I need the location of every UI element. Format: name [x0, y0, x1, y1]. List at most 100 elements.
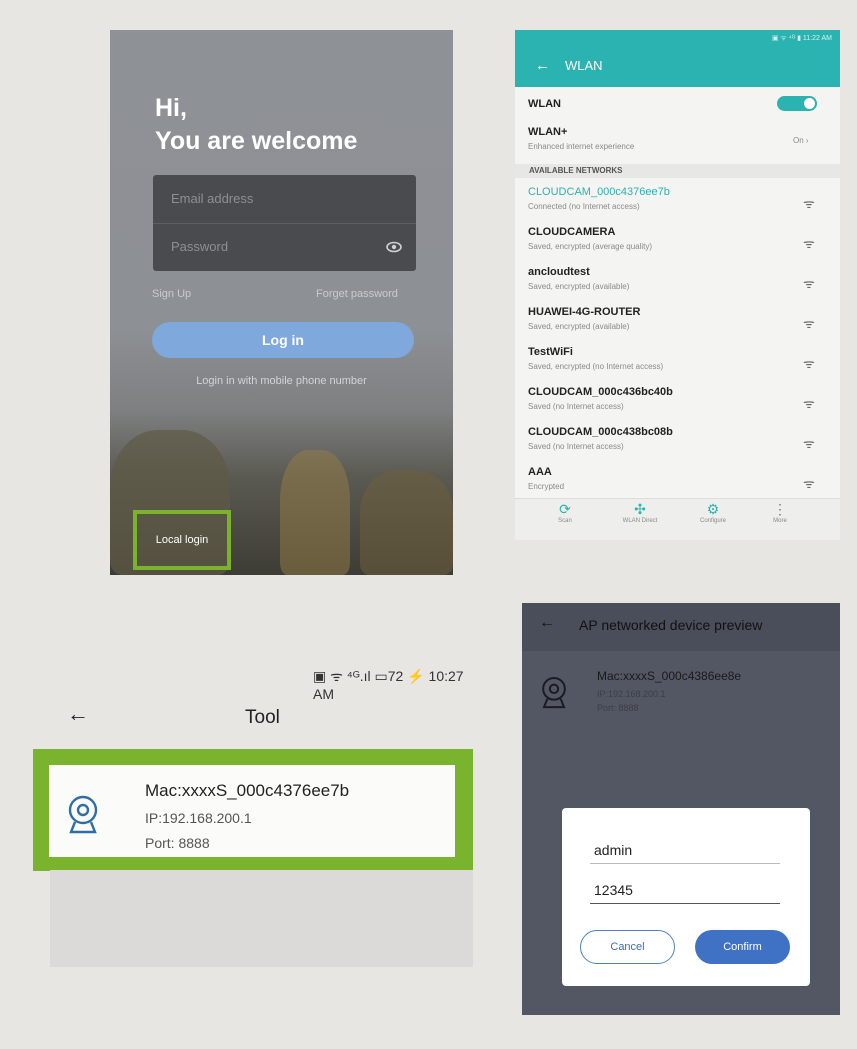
more-label: More [773, 518, 787, 524]
password-field[interactable]: 12345 [594, 882, 633, 898]
greeting-line-2: You are welcome [155, 127, 358, 155]
network-status: Saved (no Internet access) [528, 442, 624, 451]
password-field[interactable]: Password [171, 239, 228, 254]
greeting-line-1: Hi, [155, 94, 187, 122]
local-login-label: Local login [155, 534, 209, 546]
wlan-toggle-label: WLAN [528, 98, 561, 110]
wlan-settings-screen: ▣ ᯤ ⁴ᴳ ▮ 11:22 AM ← WLAN WLAN WLAN+ Enha… [515, 30, 840, 540]
login-form: Email address Password [153, 175, 416, 271]
device-card[interactable] [49, 765, 455, 857]
network-ssid: CLOUDCAM_000c4376ee7b [528, 186, 670, 198]
username-field[interactable]: admin [594, 842, 632, 858]
greeting: Hi, You are welcome [155, 92, 357, 158]
back-arrow-icon[interactable]: ← [535, 57, 550, 74]
background-scenery [360, 470, 453, 575]
password-underline [590, 903, 780, 904]
wlan-app-bar: ▣ ᯤ ⁴ᴳ ▮ 11:22 AM ← WLAN [515, 30, 840, 87]
ap-preview-screen: ← AP networked device preview Mac:xxxxS_… [522, 603, 840, 1015]
wifi-signal-icon: ᯤ [803, 196, 815, 211]
scan-label: Scan [558, 518, 572, 524]
sign-up-link[interactable]: Sign Up [152, 288, 191, 300]
wlan-toggle[interactable] [777, 96, 817, 111]
wifi-lock-icon: ᯤ [803, 476, 815, 491]
username-underline [590, 863, 780, 864]
login-button[interactable]: Log in [152, 322, 414, 358]
configure-button[interactable]: ⚙ Configure [683, 501, 743, 524]
wlan-plus-row[interactable]: WLAN+ Enhanced internet experience On › [515, 122, 840, 162]
wlan-direct-label: WLAN Direct [622, 518, 658, 524]
network-ssid: CLOUDCAM_000c436bc40b [528, 386, 673, 398]
wifi-signal-icon: ᯤ [803, 436, 815, 451]
camera-icon [542, 677, 566, 709]
status-bar: ▣ ᯤ ⁴ᴳ.ıl ▭72 ⚡ 10:27 AM [313, 668, 464, 702]
wifi-signal-icon: ᯤ [803, 356, 815, 371]
device-port: Port: 8888 [597, 703, 639, 713]
tool-screen: ▣ ᯤ ⁴ᴳ.ıl ▭72 ⚡ 10:27 AM ← Tool Mac:xxxx… [33, 655, 475, 970]
back-arrow-icon[interactable]: ← [67, 701, 89, 727]
network-status: Saved, encrypted (available) [528, 282, 630, 291]
network-row[interactable]: HUAWEI-4G-ROUTER Saved, encrypted (avail… [515, 302, 840, 342]
email-field[interactable]: Email address [171, 191, 253, 206]
device-ip: IP:192.168.200.1 [145, 810, 252, 826]
more-button[interactable]: ⋮ More [750, 501, 810, 524]
network-row[interactable]: AAA Encrypted ᯤ [515, 462, 840, 502]
background-scenery [280, 450, 350, 575]
scan-button[interactable]: ⟳ Scan [535, 501, 595, 524]
cancel-button[interactable]: Cancel [580, 930, 675, 964]
status-bar: ▣ ᯤ ⁴ᴳ ▮ 11:22 AM [771, 35, 832, 42]
scan-icon: ⟳ [559, 501, 571, 517]
network-row[interactable]: CLOUDCAM_000c438bc08b Saved (no Internet… [515, 422, 840, 462]
configure-icon: ⚙ [706, 501, 720, 517]
wlan-direct-button[interactable]: ✣ WLAN Direct [610, 501, 670, 524]
network-ssid: HUAWEI-4G-ROUTER [528, 306, 641, 318]
wlan-plus-value: On › [793, 136, 809, 145]
empty-list-area [50, 870, 473, 967]
available-networks-header: AVAILABLE NETWORKS [515, 164, 840, 178]
network-status: Saved, encrypted (average quality) [528, 242, 653, 251]
login-screen: Hi, You are welcome Email address Passwo… [110, 30, 453, 575]
wifi-lock-icon: ᯤ [803, 316, 815, 331]
wlan-plus-subtitle: Enhanced internet experience [528, 142, 635, 151]
wifi-lock-icon: ᯤ [803, 236, 815, 251]
confirm-button[interactable]: Confirm [695, 930, 790, 964]
configure-label: Configure [699, 518, 726, 524]
device-mac: Mac:xxxxS_000c4376ee7b [145, 781, 350, 800]
phone-login-link[interactable]: Login in with mobile phone number [110, 375, 453, 387]
network-ssid: AAA [528, 466, 552, 478]
wlan-bottom-bar: ⟳ Scan ✣ WLAN Direct ⚙ Configure ⋮ More [515, 498, 840, 540]
network-ssid: TestWiFi [528, 346, 573, 358]
network-row[interactable]: TestWiFi Saved, encrypted (no Internet a… [515, 342, 840, 382]
device-ip: IP:192.168.200.1 [597, 689, 666, 699]
device-port: Port: 8888 [145, 835, 210, 851]
network-ssid: ancloudtest [528, 266, 590, 278]
wifi-lock-icon: ᯤ [803, 276, 815, 291]
form-divider [153, 223, 416, 224]
network-ssid: CLOUDCAMERA [528, 226, 616, 238]
network-row[interactable]: CLOUDCAMERA Saved, encrypted (average qu… [515, 222, 840, 262]
network-ssid: CLOUDCAM_000c438bc08b [528, 426, 673, 438]
eye-icon[interactable] [386, 241, 402, 253]
page-title: WLAN [565, 58, 603, 73]
toggle-knob [804, 98, 815, 109]
wifi-signal-icon: ᯤ [803, 396, 815, 411]
local-login-button[interactable]: Local login [133, 510, 231, 570]
login-dialog: admin 12345 Cancel Confirm [562, 808, 810, 986]
page-title: AP networked device preview [579, 617, 763, 633]
page-title: Tool [245, 707, 280, 728]
network-row[interactable]: CLOUDCAM_000c436bc40b Saved (no Internet… [515, 382, 840, 422]
network-status: Encrypted [528, 482, 565, 491]
wlan-plus-title: WLAN+ [528, 126, 568, 138]
network-row[interactable]: CLOUDCAM_000c4376ee7b Connected (no Inte… [515, 182, 840, 222]
more-icon: ⋮ [773, 501, 787, 517]
camera-icon [68, 795, 98, 834]
network-status: Saved, encrypted (no Internet access) [528, 362, 664, 371]
ap-app-bar: ← AP networked device preview [522, 603, 840, 651]
device-mac: Mac:xxxxS_000c4386ee8e [597, 669, 742, 683]
back-arrow-icon[interactable]: ← [539, 614, 555, 632]
network-status: Saved, encrypted (available) [528, 322, 630, 331]
wlan-direct-icon: ✣ [634, 501, 646, 517]
network-status: Connected (no Internet access) [528, 202, 640, 211]
forget-password-link[interactable]: Forget password [316, 288, 398, 300]
network-row[interactable]: ancloudtest Saved, encrypted (available)… [515, 262, 840, 302]
network-status: Saved (no Internet access) [528, 402, 624, 411]
